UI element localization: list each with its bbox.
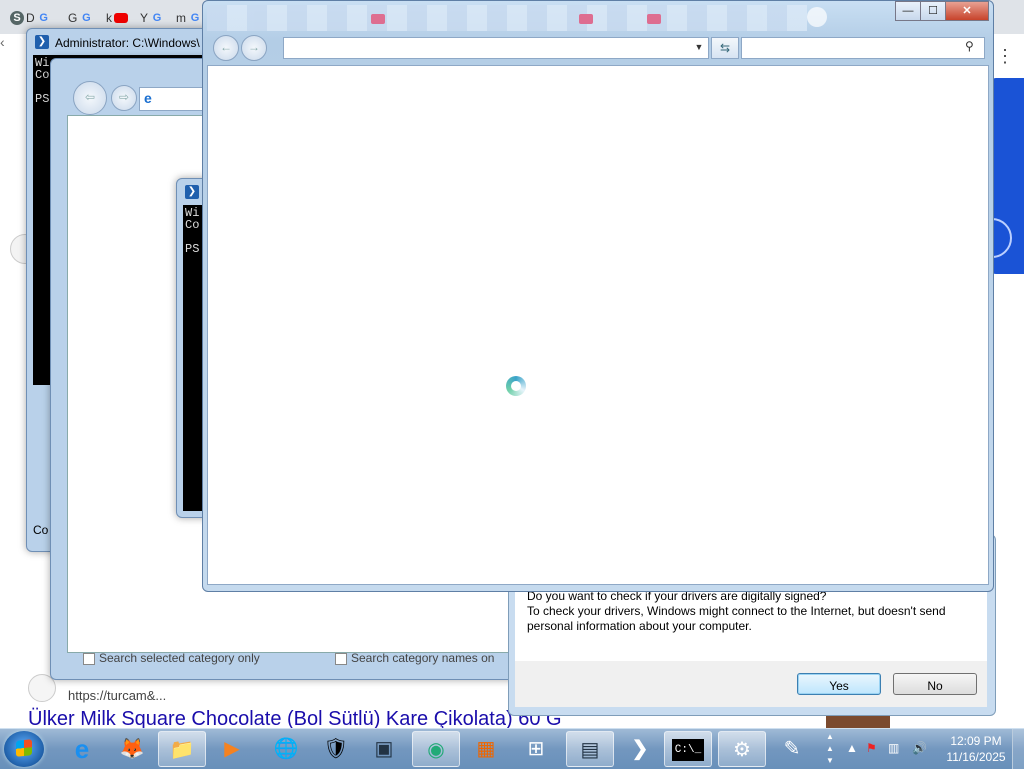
- taskbar-scroll-icon[interactable]: ▲ ▲ ▼: [824, 731, 836, 767]
- ie-taskbar-icon[interactable]: e: [58, 731, 106, 767]
- google-icon: G: [82, 12, 91, 24]
- network-tray-icon[interactable]: ▥: [888, 741, 899, 755]
- virtualbox-taskbar-icon[interactable]: ▣: [360, 731, 408, 767]
- more-menu-icon[interactable]: ⋮: [996, 46, 1014, 67]
- youtube-icon: [114, 13, 128, 23]
- browser-tab[interactable]: GG: [68, 8, 93, 28]
- yes-button[interactable]: Yes: [797, 673, 881, 695]
- browser-tab[interactable]: k: [106, 8, 128, 28]
- no-button[interactable]: No: [893, 673, 977, 695]
- clock-date: 11/16/2025: [946, 750, 1006, 764]
- close-button[interactable]: ✕: [945, 1, 989, 21]
- checkbox[interactable]: [83, 652, 95, 665]
- show-hidden-icons-icon[interactable]: ▲: [846, 741, 858, 755]
- footer-option-label: Search category names on: [351, 651, 495, 665]
- window-title: Administrator: C:\Windows\: [55, 36, 200, 50]
- office-taskbar-icon[interactable]: ▦: [462, 731, 510, 767]
- start-button[interactable]: [4, 731, 44, 767]
- main-ie-window[interactable]: — ☐ ✕ ← → ▼ ⇆ ⚲: [202, 0, 994, 592]
- minimize-button[interactable]: —: [895, 1, 921, 21]
- tab-label: G: [68, 11, 78, 25]
- checkbox[interactable]: [335, 652, 347, 665]
- notepad-taskbar-icon[interactable]: ✎: [768, 731, 816, 767]
- caption-buttons: — ☐ ✕: [895, 1, 989, 23]
- powershell-icon: ❯: [185, 185, 199, 199]
- address-dropdown-icon[interactable]: ▼: [691, 38, 707, 56]
- powershell-icon: ❯: [35, 35, 49, 49]
- google-icon: G: [190, 12, 200, 24]
- blurred-tab-strip: [207, 5, 807, 31]
- site-icon: S: [10, 11, 24, 25]
- footer-option-label: Search selected category only: [99, 651, 260, 665]
- forward-button[interactable]: →: [241, 35, 267, 61]
- browser-tab[interactable]: YG: [140, 8, 164, 28]
- cmd-taskbar-icon[interactable]: C:\_: [664, 731, 712, 767]
- browser-tab[interactable]: S DG: [10, 8, 51, 28]
- control-panel-taskbar-icon[interactable]: ⚙: [718, 731, 766, 767]
- browser-tab[interactable]: mG: [176, 8, 202, 28]
- address-bar[interactable]: [283, 37, 709, 59]
- volume-icon[interactable]: 🔊: [912, 741, 927, 755]
- chrome-taskbar-icon[interactable]: ◉: [412, 731, 460, 767]
- back-button[interactable]: ←: [213, 35, 239, 61]
- security-taskbar-icon[interactable]: 🛡: [312, 731, 360, 767]
- clock[interactable]: 12:09 PM 11/16/2025: [938, 733, 1014, 765]
- calculator-taskbar-icon[interactable]: ▤: [566, 731, 614, 767]
- google-icon: G: [39, 12, 48, 24]
- refresh-button[interactable]: ⇆: [711, 37, 739, 59]
- status-text: Co: [33, 523, 49, 537]
- footer-option[interactable]: Search category names on: [335, 651, 494, 665]
- powershell-taskbar-icon[interactable]: ❯: [616, 731, 664, 767]
- footer-option[interactable]: Search selected category only: [83, 651, 260, 665]
- tab-label: Y: [140, 11, 149, 25]
- clock-time: 12:09 PM: [950, 734, 1002, 748]
- back-button[interactable]: ⇦: [73, 81, 107, 115]
- dialog-explanation: To check your drivers, Windows might con…: [527, 604, 946, 633]
- blue-side-panel: [972, 78, 1024, 274]
- windows-flag-taskbar-icon[interactable]: ⊞: [512, 731, 560, 767]
- google-icon: G: [152, 12, 162, 24]
- cmd-icon: C:\_: [671, 739, 705, 761]
- forward-button[interactable]: ⇨: [111, 85, 137, 111]
- maximize-button[interactable]: ☐: [920, 1, 946, 21]
- page-content[interactable]: [207, 65, 989, 585]
- firefox-taskbar-icon[interactable]: 🦊: [108, 731, 156, 767]
- taskbar: e 🦊 📁 ▶ 🌐 🛡 ▣ ◉ ▦ ⊞ ▤ ❯ C:\_ ⚙ ✎ ▲ ▲ ▼ ▲ ⚑…: [0, 728, 1024, 769]
- loading-spinner-icon: [506, 376, 526, 396]
- show-desktop-button[interactable]: [1012, 729, 1024, 769]
- search-icon[interactable]: ⚲: [965, 39, 989, 53]
- windows-logo-icon: [16, 739, 32, 757]
- network-taskbar-icon[interactable]: 🌐: [262, 731, 310, 767]
- ie-icon: e: [144, 90, 152, 106]
- search-input[interactable]: [741, 37, 985, 59]
- tab-label: D: [26, 11, 35, 25]
- dialog-message: Do you want to check if your drivers are…: [515, 581, 987, 661]
- action-center-icon[interactable]: ⚑: [866, 741, 877, 755]
- media-player-taskbar-icon[interactable]: ▶: [208, 731, 256, 767]
- explorer-taskbar-icon[interactable]: 📁: [158, 731, 206, 767]
- blurred-circle-icon: [807, 7, 827, 27]
- tab-label: k: [106, 11, 112, 25]
- dialog-footer: Yes No: [515, 661, 987, 707]
- back-arrow-icon[interactable]: ‹: [0, 34, 26, 74]
- tab-label: m: [176, 11, 186, 25]
- result-url[interactable]: https://turcam&...: [68, 688, 166, 703]
